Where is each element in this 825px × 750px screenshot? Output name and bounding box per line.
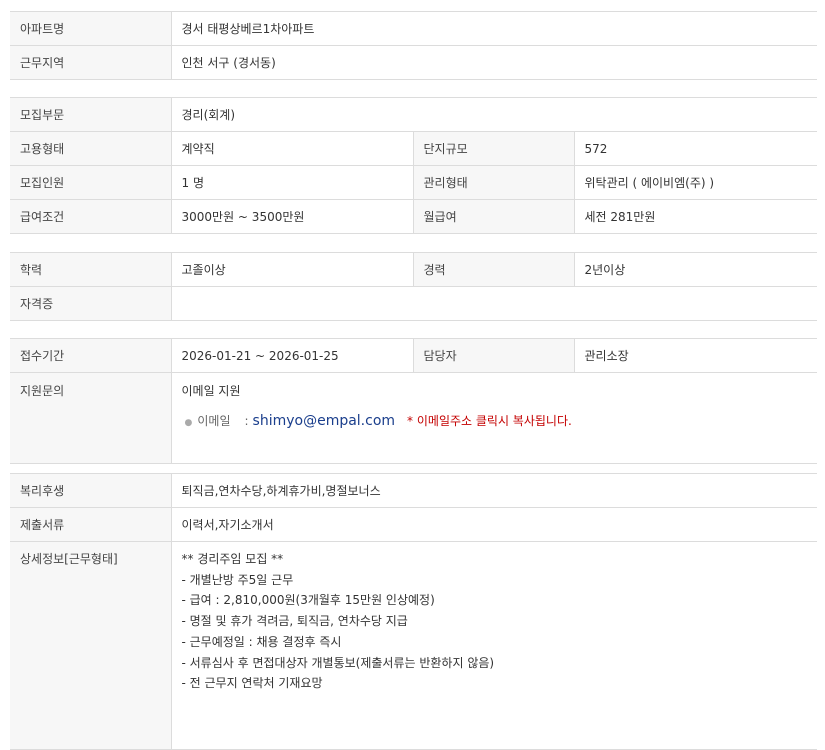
recruit-field-label: 모집부문: [10, 97, 171, 132]
table-row: 급여조건 3000만원 ~ 3500만원 월급여 세전 281만원: [10, 199, 818, 234]
application-period-value: 2026-01-21 ~ 2026-01-25: [170, 338, 413, 373]
experience-value: 2년이상: [573, 252, 817, 287]
documents-label: 제출서류: [10, 507, 171, 542]
certificate-label: 자격증: [10, 286, 171, 321]
inquiry-label: 지원문의: [10, 372, 171, 464]
work-location-value: 인천 서구 (경서동): [170, 45, 818, 80]
inquiry-value: 이메일 지원 ● 이메일: shimyo@empal.com * 이메일주소 클릭시 …: [170, 372, 817, 464]
inquiry-method: 이메일 지원: [181, 384, 241, 398]
table-row: 제출서류 이력서,자기소개서: [10, 507, 818, 542]
management-type-label: 관리형태: [412, 165, 574, 200]
headcount-label: 모집인원: [10, 165, 171, 200]
education-value: 고졸이상: [170, 252, 413, 287]
table-row: 모집인원 1 명 관리형태 위탁관리 ( 에이비엠(주) ): [10, 165, 818, 200]
work-location-label: 근무지역: [10, 45, 171, 80]
job-posting-detail: 아파트명 경서 태평상베르1차아파트 근무지역 인천 서구 (경서동) 모집부문…: [0, 0, 825, 750]
detail-line: ** 경리주임 모집 **: [181, 552, 284, 566]
email-separator: :: [244, 414, 249, 428]
apartment-info-table: 아파트명 경서 태평상베르1차아파트 근무지역 인천 서구 (경서동): [10, 11, 818, 80]
detail-line: - 급여 : 2,810,000원(3개월후 15만원 인상예정): [181, 593, 435, 608]
monthly-salary-value: 세전 281만원: [573, 199, 818, 234]
copy-note: * 이메일주소 클릭시 복사됩니다.: [407, 414, 572, 428]
qualification-table: 학력 고졸이상 경력 2년이상 자격증: [10, 252, 817, 321]
application-table: 접수기간 2026-01-21 ~ 2026-01-25 담당자 관리소장 지원…: [10, 338, 817, 464]
employment-type-value: 계약직: [170, 131, 413, 166]
certificate-value: [170, 286, 817, 321]
detail-line: - 근무예정일 : 채용 결정후 즉시: [181, 634, 342, 649]
table-row: 아파트명 경서 태평상베르1차아파트: [10, 11, 818, 46]
table-row: 학력 고졸이상 경력 2년이상: [10, 252, 817, 287]
monthly-salary-label: 월급여: [412, 199, 574, 234]
bullet-icon: ●: [184, 418, 193, 428]
recruitment-info-table: 모집부문 경리(회계) 고용형태 계약직 단지규모 572 모집인원 1 명 관…: [10, 97, 818, 234]
email-line: ● 이메일: shimyo@empal.com * 이메일주소 클릭시 복사됩니다.: [182, 412, 808, 429]
complex-size-value: 572: [573, 131, 818, 166]
contact-person-value: 관리소장: [573, 338, 817, 373]
table-row: 자격증: [10, 286, 817, 321]
table-row: 근무지역 인천 서구 (경서동): [10, 45, 818, 80]
complex-size-label: 단지규모: [412, 131, 574, 166]
detail-line: - 개별난방 주5일 근무: [181, 572, 294, 587]
education-label: 학력: [10, 252, 171, 287]
salary-condition-value: 3000만원 ~ 3500만원: [170, 199, 413, 234]
detail-line: - 명절 및 휴가 격려금, 퇴직금, 연차수당 지급: [181, 614, 408, 629]
table-row: 고용형태 계약직 단지규모 572: [10, 131, 818, 166]
employment-type-label: 고용형태: [10, 131, 171, 166]
welfare-label: 복리후생: [10, 473, 171, 508]
apartment-name-value: 경서 태평상베르1차아파트: [170, 11, 818, 46]
table-row: 접수기간 2026-01-21 ~ 2026-01-25 담당자 관리소장: [10, 338, 817, 373]
recruit-field-value: 경리(회계): [170, 97, 818, 132]
detail-line: - 서류심사 후 면접대상자 개별통보(제출서류는 반환하지 않음): [181, 655, 495, 670]
application-period-label: 접수기간: [10, 338, 171, 373]
table-row: 복리후생 퇴직금,연차수당,하계휴가비,명절보너스: [10, 473, 818, 508]
detail-line: - 전 근무지 연락처 기재요망: [181, 676, 323, 691]
apartment-name-label: 아파트명: [10, 11, 171, 46]
email-address-link[interactable]: shimyo@empal.com: [253, 413, 396, 429]
table-row: 상세정보[근무형태] ** 경리주임 모집 ** - 개별난방 주5일 근무 -…: [10, 541, 818, 750]
welfare-value: 퇴직금,연차수당,하계휴가비,명절보너스: [170, 473, 818, 508]
table-row: 모집부문 경리(회계): [10, 97, 818, 132]
details-value: ** 경리주임 모집 ** - 개별난방 주5일 근무 - 급여 : 2,810…: [170, 541, 818, 750]
experience-label: 경력: [412, 252, 574, 287]
benefits-table: 복리후생 퇴직금,연차수당,하계휴가비,명절보너스 제출서류 이력서,자기소개서…: [10, 473, 818, 750]
details-label: 상세정보[근무형태]: [10, 541, 171, 750]
documents-value: 이력서,자기소개서: [170, 507, 818, 542]
email-key: 이메일: [197, 414, 231, 428]
management-type-value: 위탁관리 ( 에이비엠(주) ): [573, 165, 818, 200]
contact-person-label: 담당자: [412, 338, 574, 373]
salary-condition-label: 급여조건: [10, 199, 171, 234]
headcount-value: 1 명: [170, 165, 413, 200]
table-row: 지원문의 이메일 지원 ● 이메일: shimyo@empal.com * 이메일주소…: [10, 372, 817, 464]
